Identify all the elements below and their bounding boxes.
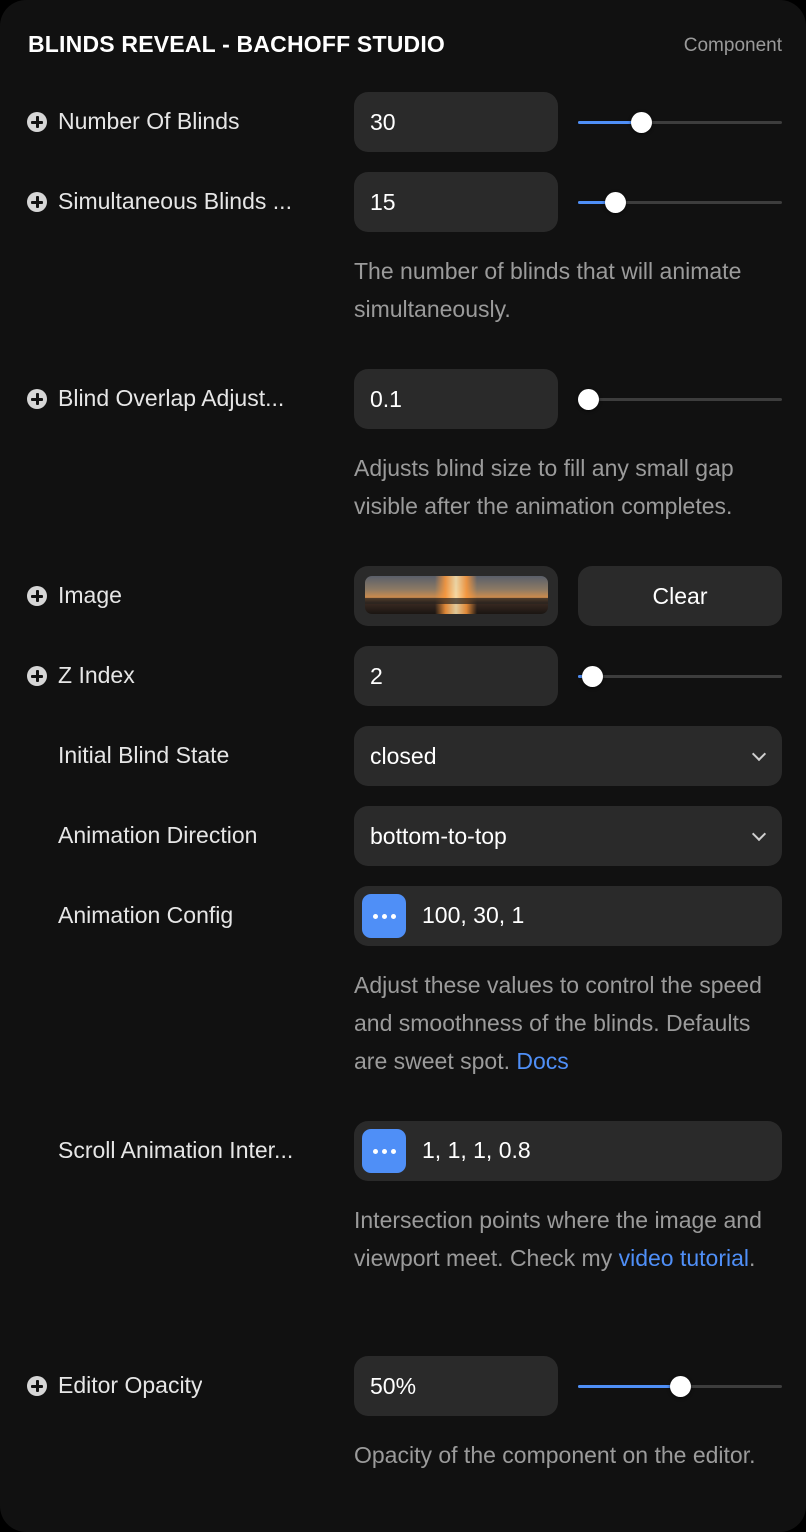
slider-knob[interactable] [578, 389, 600, 410]
scroll-animation-help: Intersection points where the image and … [354, 1201, 784, 1277]
image-label: Image [58, 582, 122, 608]
editor-opacity-input[interactable]: 50% [354, 1356, 558, 1416]
row-simultaneous-blinds: Simultaneous Blinds ... 15 [0, 172, 806, 232]
row-z-index: Z Index 2 [0, 646, 806, 706]
more-options-icon[interactable] [362, 1129, 406, 1173]
slider-track [578, 675, 782, 678]
z-index-input[interactable]: 2 [354, 646, 558, 706]
editor-opacity-slider[interactable] [578, 1356, 782, 1416]
number-of-blinds-label: Number Of Blinds [58, 108, 240, 134]
row-image: Image Clear [0, 566, 806, 626]
more-options-icon[interactable] [362, 894, 406, 938]
animation-direction-select[interactable]: bottom-to-top [354, 806, 782, 866]
slider-knob[interactable] [631, 112, 653, 133]
initial-blind-state-label: Initial Blind State [58, 742, 230, 768]
animation-config-help: Adjust these values to control the speed… [354, 966, 784, 1080]
row-animation-config: Animation Config 100, 30, 1 [0, 886, 806, 946]
image-thumbnail[interactable] [365, 576, 548, 614]
row-animation-direction: Animation Direction bottom-to-top [0, 806, 806, 866]
panel-title: BLINDS REVEAL - BACHOFF STUDIO [28, 31, 446, 57]
z-index-slider[interactable] [578, 646, 782, 706]
add-circle-icon[interactable] [27, 666, 47, 686]
slider-track [578, 398, 782, 401]
simultaneous-blinds-input[interactable]: 15 [354, 172, 558, 232]
chevron-down-icon [751, 746, 767, 762]
image-picker[interactable] [354, 566, 558, 626]
row-initial-blind-state: Initial Blind State closed [0, 726, 806, 786]
add-circle-icon[interactable] [27, 389, 47, 409]
slider-knob[interactable] [670, 1376, 691, 1397]
clear-image-button[interactable]: Clear [578, 566, 782, 626]
simultaneous-blinds-label: Simultaneous Blinds ... [58, 188, 292, 214]
row-scroll-animation: Scroll Animation Inter... 1, 1, 1, 0.8 [0, 1121, 806, 1181]
docs-link[interactable]: Docs [516, 1048, 568, 1074]
simultaneous-blinds-help: The number of blinds that will animate s… [354, 258, 742, 322]
add-circle-icon[interactable] [27, 586, 47, 606]
animation-direction-value: bottom-to-top [370, 822, 507, 849]
editor-opacity-help: Opacity of the component on the editor. [354, 1442, 756, 1468]
slider-knob[interactable] [604, 192, 626, 213]
video-tutorial-link[interactable]: video tutorial [619, 1245, 749, 1271]
blind-overlap-label: Blind Overlap Adjust... [58, 385, 285, 411]
z-index-label: Z Index [58, 662, 135, 688]
row-editor-opacity: Editor Opacity 50% [0, 1356, 806, 1416]
add-circle-icon[interactable] [27, 112, 47, 132]
row-blind-overlap: Blind Overlap Adjust... 0.1 [0, 369, 806, 429]
scroll-animation-field[interactable]: 1, 1, 1, 0.8 [354, 1121, 782, 1181]
row-number-of-blinds: Number Of Blinds 30 [0, 92, 806, 152]
chevron-down-icon [751, 826, 767, 842]
add-circle-icon[interactable] [27, 1376, 47, 1396]
add-circle-icon[interactable] [27, 192, 47, 212]
blind-overlap-input[interactable]: 0.1 [354, 369, 558, 429]
scroll-animation-label: Scroll Animation Inter... [58, 1137, 294, 1163]
scroll-animation-help-end: . [749, 1245, 756, 1271]
number-of-blinds-input[interactable]: 30 [354, 92, 558, 152]
slider-fill [578, 1385, 680, 1388]
component-type-label: Component [683, 35, 782, 56]
blind-overlap-help: Adjusts blind size to fill any small gap… [354, 455, 734, 519]
animation-config-field[interactable]: 100, 30, 1 [354, 886, 782, 946]
animation-direction-label: Animation Direction [58, 822, 258, 848]
animation-config-label: Animation Config [58, 902, 234, 928]
scroll-animation-value: 1, 1, 1, 0.8 [422, 1137, 531, 1163]
blind-overlap-slider[interactable] [578, 369, 782, 429]
simultaneous-blinds-slider[interactable] [578, 172, 782, 232]
initial-blind-state-select[interactable]: closed [354, 726, 782, 786]
initial-blind-state-value: closed [370, 742, 437, 769]
editor-opacity-label: Editor Opacity [58, 1372, 203, 1398]
slider-knob[interactable] [582, 666, 604, 687]
animation-config-value: 100, 30, 1 [422, 902, 525, 928]
properties-panel: BLINDS REVEAL - BACHOFF STUDIO Component… [0, 0, 806, 1532]
number-of-blinds-slider[interactable] [578, 92, 782, 152]
